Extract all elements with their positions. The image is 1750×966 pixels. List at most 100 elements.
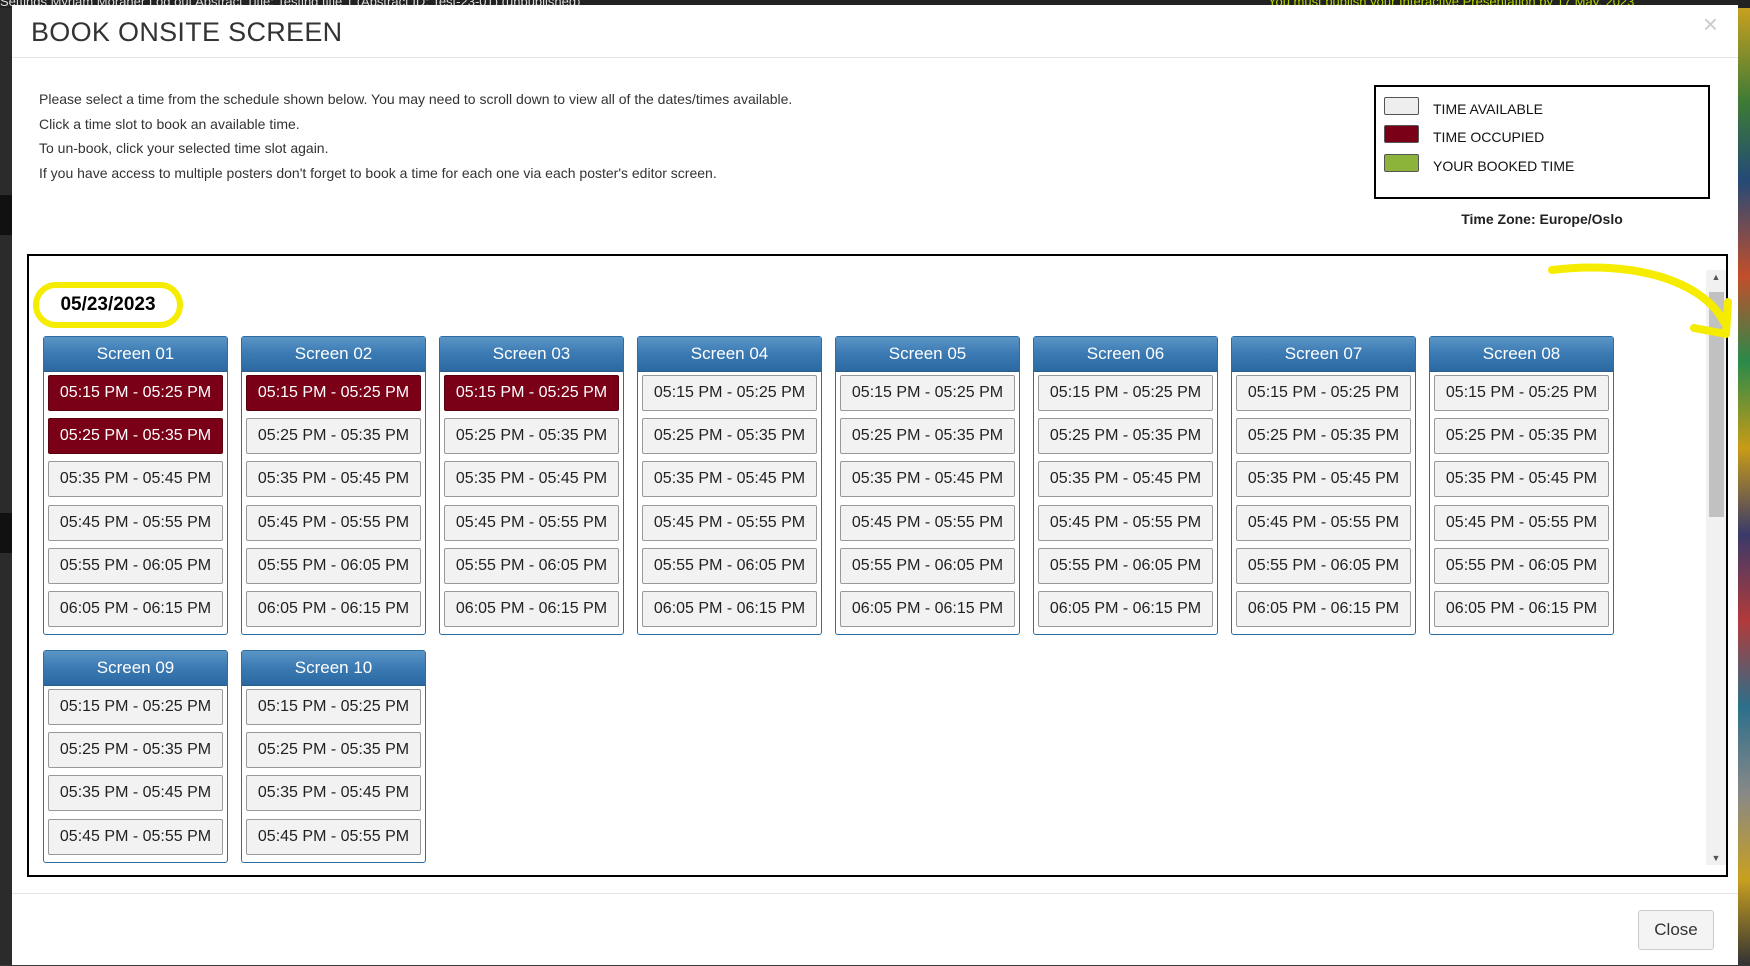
- time-slot-button[interactable]: 05:15 PM - 05:25 PM: [246, 689, 421, 725]
- legend-label: TIME OCCUPIED: [1433, 129, 1545, 145]
- time-slot-button[interactable]: 05:35 PM - 05:45 PM: [1038, 461, 1213, 498]
- legend-label: TIME AVAILABLE: [1433, 101, 1543, 117]
- instruction-line: Please select a time from the schedule s…: [39, 91, 793, 107]
- time-slot-button[interactable]: 05:45 PM - 05:55 PM: [1236, 504, 1411, 541]
- time-slot-button[interactable]: 05:15 PM - 05:25 PM: [48, 375, 223, 411]
- time-slot-button[interactable]: 06:05 PM - 06:15 PM: [48, 591, 223, 627]
- time-slot-button[interactable]: 05:15 PM - 05:25 PM: [840, 375, 1015, 411]
- instruction-line: To un-book, click your selected time slo…: [39, 140, 329, 156]
- time-slot-button[interactable]: 05:25 PM - 05:35 PM: [246, 418, 421, 455]
- screen-column-10: Screen 10 05:15 PM - 05:25 PM 05:25 PM - 0…: [241, 650, 426, 863]
- time-slot-button[interactable]: 06:05 PM - 06:15 PM: [1236, 591, 1411, 627]
- time-slot-button[interactable]: 06:05 PM - 06:15 PM: [642, 591, 817, 627]
- screen-column-9: Screen 09 05:15 PM - 05:25 PM 05:25 PM - 0…: [43, 650, 228, 863]
- time-slot-button[interactable]: 05:45 PM - 05:55 PM: [48, 818, 223, 855]
- time-slot-button[interactable]: 06:05 PM - 06:15 PM: [1038, 591, 1213, 627]
- screen-column-4: Screen 04 05:15 PM - 05:25 PM 05:25 PM - 0…: [637, 336, 822, 636]
- screen-column-1: Screen 01 05:15 PM - 05:25 PM 05:25 PM - 0…: [43, 336, 228, 636]
- time-slot-button[interactable]: 05:15 PM - 05:25 PM: [246, 375, 421, 411]
- time-slot-button[interactable]: 05:35 PM - 05:45 PM: [840, 461, 1015, 498]
- time-slot-button[interactable]: 05:15 PM - 05:25 PM: [1434, 375, 1609, 411]
- time-slot-button[interactable]: 06:05 PM - 06:15 PM: [1434, 591, 1609, 627]
- time-slot-button[interactable]: 05:25 PM - 05:35 PM: [246, 732, 421, 769]
- timezone-label: Time Zone: Europe/Oslo: [1461, 211, 1623, 227]
- close-button[interactable]: Close: [1638, 910, 1714, 950]
- instruction-line: Click a time slot to book an available t…: [39, 115, 300, 132]
- schedule-panel[interactable]: 05/23/2023 Screen 01 05:15 PM - 05:25 PM 0…: [27, 254, 1728, 877]
- time-slot-button[interactable]: 05:45 PM - 05:55 PM: [48, 504, 223, 541]
- legend-label: YOUR BOOKED TIME: [1433, 158, 1575, 174]
- time-slot-button[interactable]: 05:25 PM - 05:35 PM: [1434, 418, 1609, 455]
- time-slot-button[interactable]: 05:45 PM - 05:55 PM: [840, 504, 1015, 541]
- time-slot-button[interactable]: 05:15 PM - 05:25 PM: [1236, 375, 1411, 411]
- time-slot-button[interactable]: 05:25 PM - 05:35 PM: [642, 418, 817, 455]
- instruction-line: If you have access to multiple posters d…: [39, 164, 717, 181]
- screen-header: Screen 03: [440, 337, 623, 372]
- time-slot-button[interactable]: 05:55 PM - 06:05 PM: [1434, 547, 1609, 584]
- background-block: [0, 513, 12, 553]
- screen-header: Screen 07: [1232, 337, 1415, 372]
- time-slot-button[interactable]: 05:25 PM - 05:35 PM: [48, 732, 223, 769]
- time-slot-button[interactable]: 05:45 PM - 05:55 PM: [1038, 504, 1213, 541]
- time-slot-button[interactable]: 05:25 PM - 05:35 PM: [1236, 418, 1411, 455]
- scroll-up-icon[interactable]: ▲: [1706, 270, 1726, 284]
- screen-column-5: Screen 05 05:15 PM - 05:25 PM 05:25 PM - 0…: [835, 336, 1020, 636]
- modal-header: BOOK ONSITE SCREEN ×: [12, 5, 1738, 58]
- background-block: [0, 195, 12, 235]
- time-slot-button[interactable]: 05:25 PM - 05:35 PM: [444, 418, 619, 455]
- screen-header: Screen 04: [638, 337, 821, 372]
- instructions: Please select a time from the schedule s…: [39, 87, 792, 185]
- time-slot-button[interactable]: 05:55 PM - 06:05 PM: [1236, 547, 1411, 584]
- screen-column-3: Screen 03 05:15 PM - 05:25 PM 05:25 PM - 0…: [439, 336, 624, 636]
- screen-column-6: Screen 06 05:15 PM - 05:25 PM 05:25 PM - 0…: [1033, 336, 1218, 636]
- time-slot-button[interactable]: 05:15 PM - 05:25 PM: [48, 689, 223, 725]
- time-slot-button[interactable]: 05:35 PM - 05:45 PM: [48, 461, 223, 498]
- schedule-scrollbar[interactable]: ▲ ▼: [1706, 270, 1726, 865]
- time-slot-button[interactable]: 05:45 PM - 05:55 PM: [444, 504, 619, 541]
- modal-footer: Close: [12, 893, 1738, 966]
- time-slot-button[interactable]: 05:15 PM - 05:25 PM: [642, 375, 817, 411]
- screen-header: Screen 05: [836, 337, 1019, 372]
- screen-header: Screen 06: [1034, 337, 1217, 372]
- time-slot-button[interactable]: 05:35 PM - 05:45 PM: [1434, 461, 1609, 498]
- time-slot-button[interactable]: 05:45 PM - 05:55 PM: [642, 504, 817, 541]
- screen-header: Screen 01: [44, 337, 227, 372]
- time-slot-button[interactable]: 05:55 PM - 06:05 PM: [642, 547, 817, 584]
- time-slot-button[interactable]: 05:55 PM - 06:05 PM: [246, 547, 421, 584]
- legend-swatch: [1384, 154, 1419, 172]
- time-slot-button[interactable]: 05:55 PM - 06:05 PM: [840, 547, 1015, 584]
- time-slot-button[interactable]: 05:35 PM - 05:45 PM: [48, 775, 223, 812]
- time-slot-button[interactable]: 05:45 PM - 05:55 PM: [1434, 504, 1609, 541]
- time-slot-button[interactable]: 05:25 PM - 05:35 PM: [1038, 418, 1213, 455]
- time-slot-button[interactable]: 05:55 PM - 06:05 PM: [444, 547, 619, 584]
- time-slot-button[interactable]: 06:05 PM - 06:15 PM: [840, 591, 1015, 627]
- time-slot-button[interactable]: 05:45 PM - 05:55 PM: [246, 504, 421, 541]
- screen-header: Screen 09: [44, 651, 227, 686]
- time-slot-button[interactable]: 05:55 PM - 06:05 PM: [1038, 547, 1213, 584]
- scrollbar-thumb[interactable]: [1709, 292, 1724, 517]
- time-slot-button[interactable]: 05:45 PM - 05:55 PM: [246, 818, 421, 855]
- time-slot-button[interactable]: 05:55 PM - 06:05 PM: [48, 547, 223, 584]
- time-slot-button[interactable]: 05:15 PM - 05:25 PM: [1038, 375, 1213, 411]
- time-slot-button[interactable]: 05:35 PM - 05:45 PM: [246, 461, 421, 498]
- screen-header: Screen 08: [1430, 337, 1613, 372]
- book-onsite-screen-modal: BOOK ONSITE SCREEN × Please select a tim…: [12, 5, 1738, 965]
- time-slot-button[interactable]: 05:35 PM - 05:45 PM: [642, 461, 817, 498]
- background-left-edge: [0, 8, 12, 965]
- date-label: 05/23/2023: [33, 282, 183, 328]
- legend-swatch: [1384, 97, 1419, 115]
- time-slot-button[interactable]: 05:15 PM - 05:25 PM: [444, 375, 619, 411]
- time-slot-button[interactable]: 06:05 PM - 06:15 PM: [444, 591, 619, 627]
- modal-title: BOOK ONSITE SCREEN: [31, 17, 343, 47]
- legend-swatch: [1384, 125, 1419, 143]
- schedule-content: 05/23/2023 Screen 01 05:15 PM - 05:25 PM 0…: [29, 256, 1704, 875]
- time-slot-button[interactable]: 05:25 PM - 05:35 PM: [840, 418, 1015, 455]
- screen-column-7: Screen 07 05:15 PM - 05:25 PM 05:25 PM - 0…: [1231, 336, 1416, 636]
- close-icon[interactable]: ×: [1703, 9, 1718, 40]
- time-slot-button[interactable]: 06:05 PM - 06:15 PM: [246, 591, 421, 627]
- time-slot-button[interactable]: 05:35 PM - 05:45 PM: [246, 775, 421, 812]
- time-slot-button[interactable]: 05:35 PM - 05:45 PM: [444, 461, 619, 498]
- scroll-down-icon[interactable]: ▼: [1706, 851, 1726, 865]
- time-slot-button[interactable]: 05:25 PM - 05:35 PM: [48, 418, 223, 455]
- time-slot-button[interactable]: 05:35 PM - 05:45 PM: [1236, 461, 1411, 498]
